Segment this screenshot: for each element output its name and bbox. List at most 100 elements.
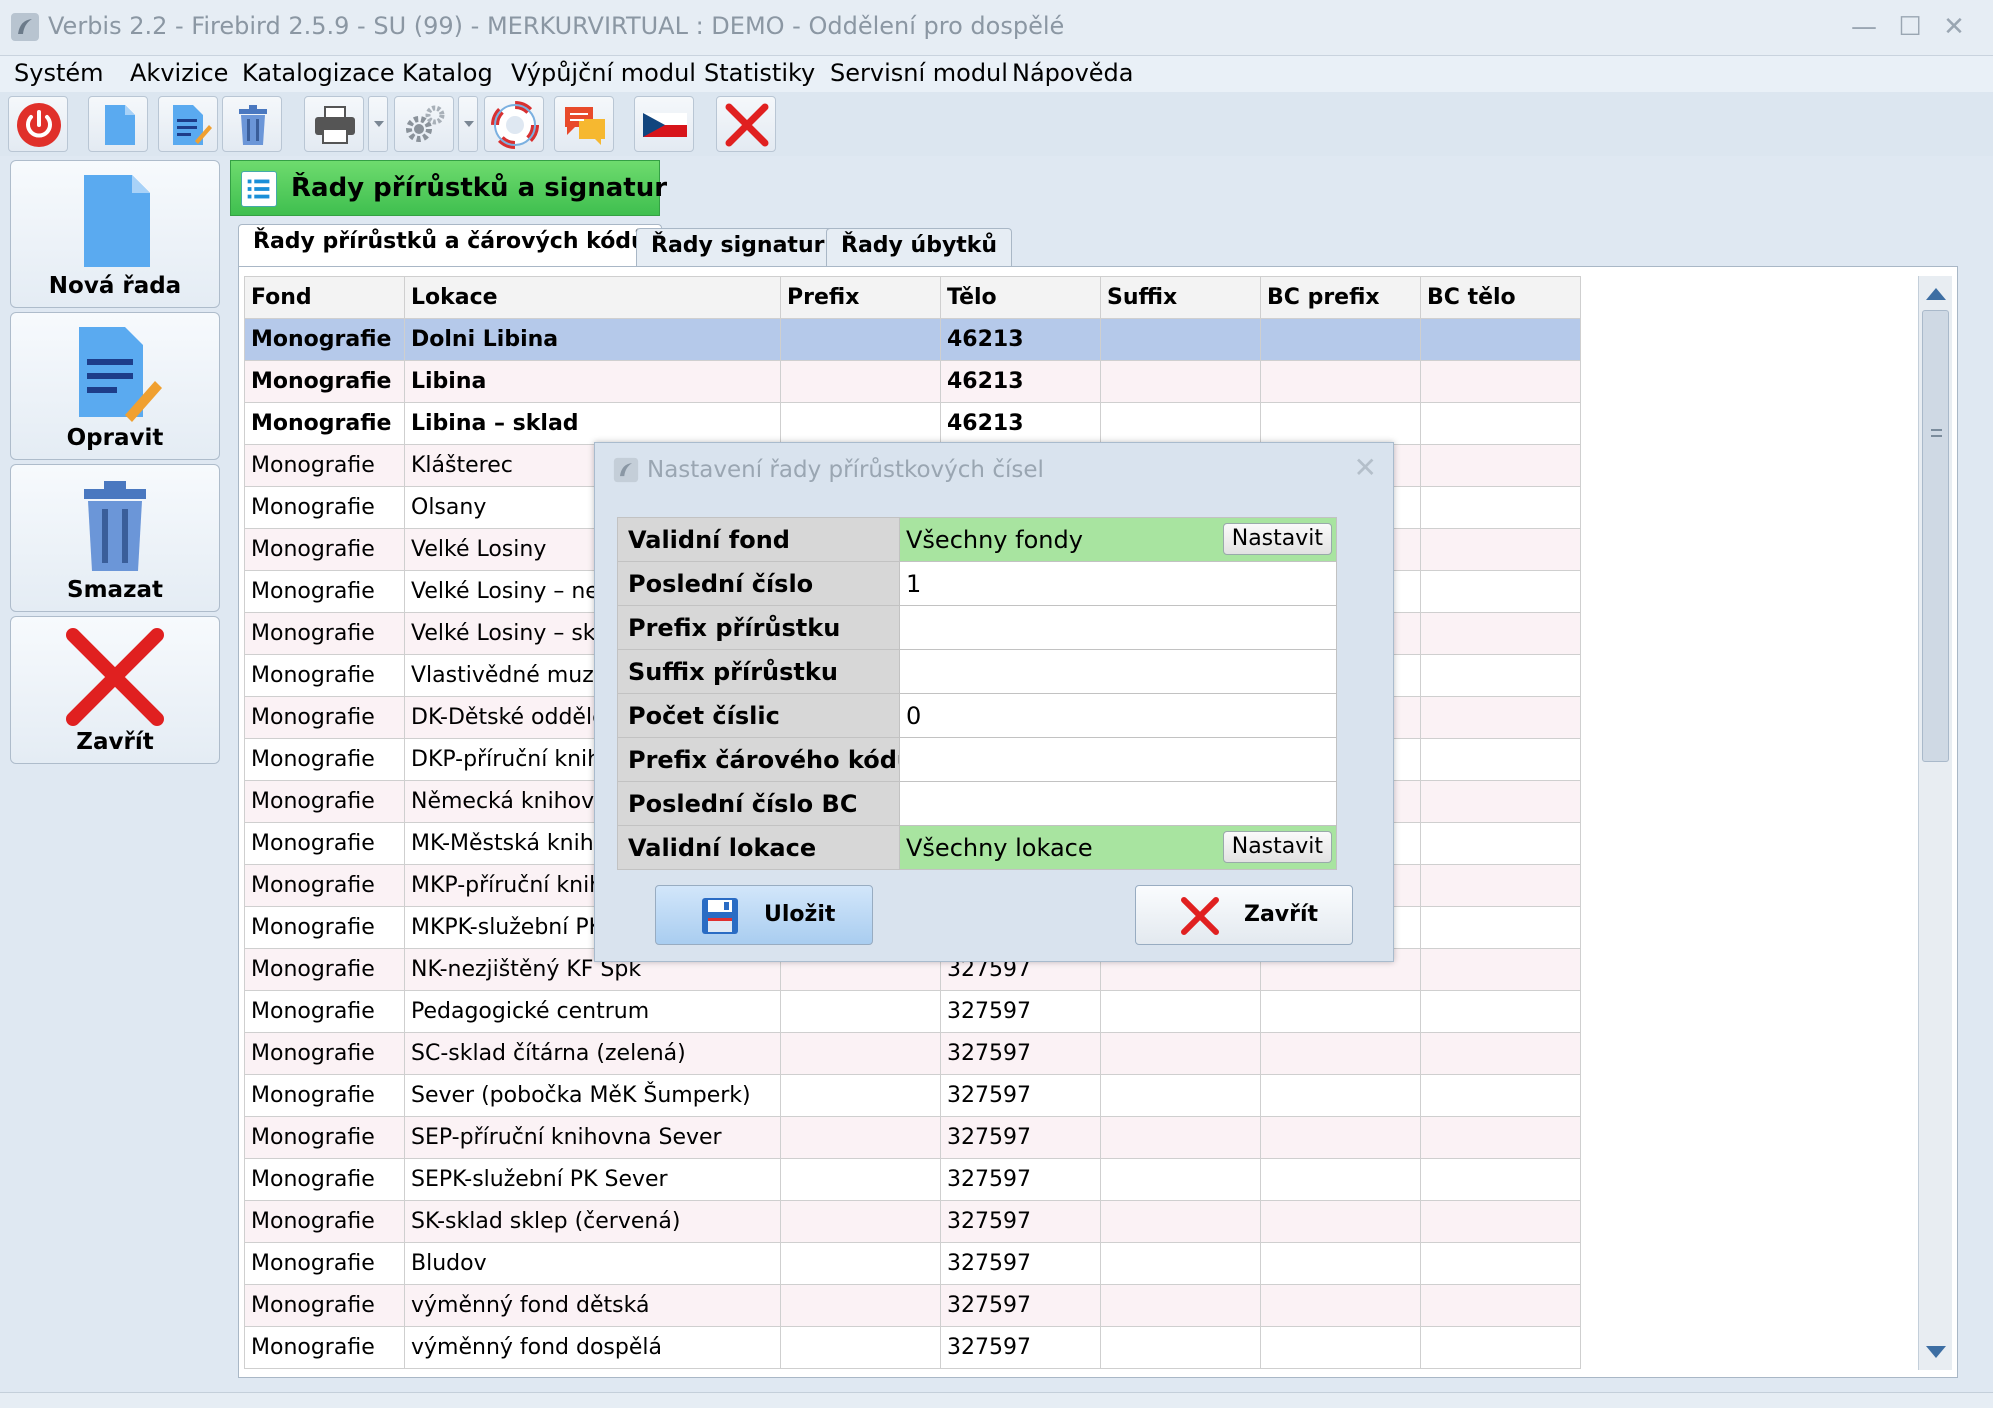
barcode-prefix-input[interactable] <box>899 737 1337 782</box>
language-button[interactable] <box>634 96 694 152</box>
set-fond-button[interactable]: Nastavit <box>1222 523 1332 555</box>
save-button[interactable]: Uložit <box>655 885 873 945</box>
table-row[interactable]: Monografie Pedagogické centrum 327597 <box>244 990 1581 1033</box>
table-row[interactable]: Monografie SC-sklad čítárna (zelená) 32759… <box>244 1032 1581 1075</box>
scroll-down-arrow-icon[interactable] <box>1926 1346 1946 1358</box>
column-header-body[interactable]: Tělo <box>940 276 1101 319</box>
field-label: Validní lokace <box>617 825 900 870</box>
cell-bc-body <box>1420 486 1581 529</box>
accession-prefix-input[interactable] <box>899 605 1337 650</box>
cell-fond: Monografie <box>244 1284 405 1327</box>
maximize-button[interactable]: ☐ <box>1892 10 1928 44</box>
table-row[interactable]: Monografie Bludov 327597 <box>244 1242 1581 1285</box>
menu-system[interactable]: Systém <box>14 59 104 87</box>
app-logo-icon <box>613 457 639 483</box>
cell-fond: Monografie <box>244 444 405 487</box>
menu-help[interactable]: Nápověda <box>1012 59 1134 87</box>
tab-signatures[interactable]: Řady signatur <box>636 228 840 266</box>
set-location-button[interactable]: Nastavit <box>1222 831 1332 863</box>
cell-prefix <box>780 1284 941 1327</box>
tab-accession-barcode[interactable]: Řady přírůstků a čárových kódů <box>238 224 662 268</box>
valid-location-field: Všechny lokace Nastavit <box>899 825 1337 870</box>
cell-location: výměnný fond dospělá <box>404 1326 781 1369</box>
cell-fond: Monografie <box>244 570 405 613</box>
minimize-button[interactable]: — <box>1846 10 1882 44</box>
accession-suffix-input[interactable] <box>899 649 1337 694</box>
menu-bar: Systém Akvizice Katalogizace Katalog Výp… <box>0 56 1993 92</box>
cell-fond: Monografie <box>244 738 405 781</box>
close-panel-button[interactable]: Zavřít <box>10 616 220 764</box>
table-row[interactable]: Monografie Libina – sklad 46213 <box>244 402 1581 445</box>
edit-document-button[interactable] <box>158 96 218 152</box>
delete-series-button[interactable]: Smazat <box>10 464 220 612</box>
menu-cataloguing[interactable]: Katalogizace <box>242 59 395 87</box>
cell-suffix <box>1100 990 1261 1033</box>
cell-fond: Monografie <box>244 780 405 823</box>
messages-button[interactable] <box>554 96 614 152</box>
column-header-location[interactable]: Lokace <box>404 276 781 319</box>
section-title: Řady přírůstků a signatur <box>291 173 668 203</box>
menu-acquisition[interactable]: Akvizice <box>130 59 228 87</box>
delete-label: Smazat <box>67 577 163 603</box>
cell-body: 327597 <box>940 990 1101 1033</box>
trash-icon <box>239 105 267 145</box>
cell-bc-prefix <box>1260 1074 1421 1117</box>
digit-count-input[interactable]: 0 <box>899 693 1337 738</box>
column-header-suffix[interactable]: Suffix <box>1100 276 1261 319</box>
column-header-bc-body[interactable]: BC tělo <box>1420 276 1581 319</box>
cell-prefix <box>780 1116 941 1159</box>
settings-button[interactable] <box>394 96 454 152</box>
print-dropdown[interactable] <box>368 96 388 152</box>
cell-prefix <box>780 402 941 445</box>
menu-service[interactable]: Servisní modul <box>830 59 1008 87</box>
settings-dropdown[interactable] <box>458 96 478 152</box>
dialog-close-icon[interactable]: ✕ <box>1354 451 1377 484</box>
cell-body: 327597 <box>940 1116 1101 1159</box>
table-row[interactable]: Monografie Sever (pobočka MěK Šumperk) 327… <box>244 1074 1581 1117</box>
tab-withdrawals[interactable]: Řady úbytků <box>826 228 1013 266</box>
delete-button[interactable] <box>222 96 282 152</box>
column-header-fond[interactable]: Fond <box>244 276 405 319</box>
field-label: Poslední číslo BC <box>617 781 900 826</box>
close-app-button[interactable] <box>716 96 776 152</box>
vertical-scrollbar[interactable] <box>1918 276 1952 1370</box>
table-row[interactable]: Monografie SK-sklad sklep (červená) 327597 <box>244 1200 1581 1243</box>
window-close-button[interactable]: ✕ <box>1936 10 1972 44</box>
valid-fond-field: Všechny fondy Nastavit <box>899 517 1337 562</box>
cell-fond: Monografie <box>244 906 405 949</box>
table-row[interactable]: Monografie SEPK-služební PK Sever 327597 <box>244 1158 1581 1201</box>
table-row[interactable]: Monografie výměnný fond dospělá 327597 <box>244 1326 1581 1369</box>
table-row[interactable]: Monografie výměnný fond dětská 327597 <box>244 1284 1581 1327</box>
last-number-input[interactable]: 1 <box>899 561 1337 606</box>
cell-bc-body <box>1420 906 1581 949</box>
cell-body: 327597 <box>940 1242 1101 1285</box>
scroll-up-arrow-icon[interactable] <box>1926 288 1946 300</box>
column-header-prefix[interactable]: Prefix <box>780 276 941 319</box>
new-series-button[interactable]: Nová řada <box>10 160 220 308</box>
table-header: Fond Lokace Prefix Tělo Suffix BC prefix… <box>244 276 1581 319</box>
new-document-button[interactable] <box>88 96 148 152</box>
menu-statistics[interactable]: Statistiky <box>704 59 815 87</box>
power-button[interactable] <box>8 96 68 152</box>
table-row[interactable]: Monografie Dolni Libina 46213 <box>244 318 1581 361</box>
dialog-close-button[interactable]: Zavřít <box>1135 885 1353 945</box>
print-button[interactable] <box>304 96 364 152</box>
scrollbar-thumb[interactable] <box>1922 310 1949 762</box>
close-label: Zavřít <box>76 729 154 755</box>
cell-bc-body <box>1420 822 1581 865</box>
close-icon <box>1181 897 1219 935</box>
cell-fond: Monografie <box>244 1032 405 1075</box>
menu-circulation[interactable]: Výpůjční modul <box>511 59 696 87</box>
column-header-bc-prefix[interactable]: BC prefix <box>1260 276 1421 319</box>
cell-bc-body <box>1420 402 1581 445</box>
help-button[interactable] <box>484 96 544 152</box>
menu-catalog[interactable]: Katalog <box>402 59 493 87</box>
table-row[interactable]: Monografie Libina 46213 <box>244 360 1581 403</box>
table-row[interactable]: Monografie SEP-příruční knihovna Sever 327… <box>244 1116 1581 1159</box>
cell-suffix <box>1100 1074 1261 1117</box>
edit-button[interactable]: Opravit <box>10 312 220 460</box>
cell-fond: Monografie <box>244 318 405 361</box>
cell-fond: Monografie <box>244 528 405 571</box>
cell-bc-body <box>1420 1116 1581 1159</box>
last-barcode-number-input[interactable] <box>899 781 1337 826</box>
